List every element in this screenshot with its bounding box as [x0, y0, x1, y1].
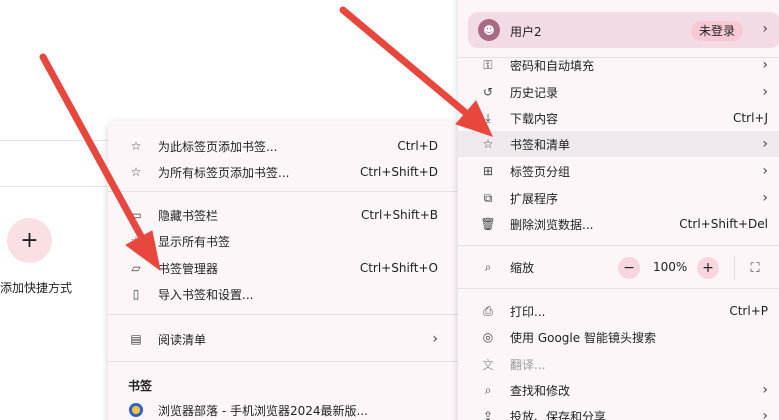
bookmarks-submenu: ☆ 为此标签页添加书签... Ctrl+D ☆ 为所有标签页添加书签... Ct…: [108, 121, 458, 420]
menu-item-find-and-edit[interactable]: ⌕ 查找和修改 ›: [458, 377, 779, 403]
chevron-right-icon: ›: [762, 190, 768, 206]
arrow-line-right: [339, 6, 470, 117]
divider: [734, 256, 735, 280]
menu-item-history[interactable]: ↺ 历史记录 ›: [458, 79, 779, 105]
bookmark-bar-icon: ▭: [130, 208, 142, 222]
zoom-level: 100%: [653, 260, 688, 274]
download-icon: ⤓: [485, 110, 491, 125]
key-icon: ⚿: [483, 57, 493, 72]
chevron-right-icon: ›: [762, 163, 768, 179]
separator: [458, 288, 779, 289]
star-all-icon: ☆: [130, 165, 142, 179]
menu-item-hide-bookmark-bar[interactable]: ▭ 隐藏书签栏 Ctrl+Shift+B: [108, 202, 458, 228]
menu-item-google-lens[interactable]: ◎ 使用 Google 智能镜头搜索: [458, 324, 779, 350]
menu-item-downloads[interactable]: ⤓ 下载内容 Ctrl+J: [458, 105, 779, 131]
trash-icon: 🗑: [480, 217, 496, 231]
menu-item-tab-groups[interactable]: ⊞ 标签页分组 ›: [458, 158, 779, 184]
chevron-right-icon: ›: [762, 21, 768, 37]
tab-groups-icon: ⊞: [482, 164, 494, 178]
chevron-right-icon: ›: [762, 57, 768, 73]
import-icon: ▯: [132, 287, 140, 301]
add-shortcut-label: 添加快捷方式: [0, 281, 73, 295]
separator: [108, 314, 458, 315]
reading-list-icon: ▤: [130, 332, 142, 346]
menu-item-show-all-bookmarks[interactable]: ☆ 显示所有书签: [108, 228, 458, 254]
menu-item-translate: 文 翻译...: [481, 357, 546, 372]
menu-item-cast-save-share[interactable]: ⇪ 投放、保存和分享 ›: [458, 403, 779, 420]
bookmark-item[interactable]: 浏览器部落 - 手机浏览器2024最新版...: [108, 397, 458, 420]
fullscreen-button[interactable]: ⛶: [742, 255, 768, 281]
menu-item-bookmark-manager[interactable]: ▱ 书签管理器 Ctrl+Shift+O: [108, 255, 458, 281]
chevron-right-icon: ›: [762, 84, 768, 100]
lens-icon: ◎: [482, 330, 494, 344]
translate-icon: 文: [481, 357, 494, 372]
star-icon: ☆: [130, 234, 142, 248]
chevron-right-icon: ›: [432, 331, 438, 347]
menu-item-extensions[interactable]: ⧉ 扩展程序 ›: [458, 185, 779, 211]
extension-icon: ⧉: [483, 190, 493, 205]
profile-name: 用户2: [510, 25, 542, 39]
zoom-in-button[interactable]: +: [697, 257, 719, 279]
chevron-right-icon: ›: [762, 136, 768, 152]
menu-item-print[interactable]: ⎙ 打印... Ctrl+P: [458, 298, 779, 324]
print-icon: ⎙: [483, 303, 493, 318]
history-icon: ↺: [482, 85, 494, 99]
plus-icon: +: [20, 228, 39, 253]
zoom-row: ⌕ 缩放 − 100% + ⛶: [458, 254, 779, 280]
menu-item-reading-list[interactable]: ▤ 阅读清单 ›: [108, 326, 458, 352]
menu-item-bookmarks-and-lists[interactable]: ☆ 书签和清单 ›: [458, 131, 779, 157]
star-icon: ☆: [130, 139, 142, 153]
zoom-out-button[interactable]: −: [618, 257, 640, 279]
zoom-icon: ⌕: [484, 259, 492, 274]
chevron-right-icon: ›: [762, 382, 768, 398]
separator: [458, 245, 779, 246]
share-icon: ⇪: [482, 409, 494, 420]
menu-item-passwords[interactable]: ⚿ 密码和自动填充 ›: [458, 52, 779, 78]
chevron-right-icon: ›: [762, 408, 768, 420]
menu-item-bookmark-all-tabs[interactable]: ☆ 为所有标签页添加书签... Ctrl+Shift+D: [108, 159, 458, 185]
find-icon: ⌕: [484, 382, 492, 397]
folder-icon: ▱: [131, 261, 141, 275]
main-menu: ☻ 用户2 未登录 › ⚿ 密码和自动填充 › ↺ 历史记录 › ⤓ 下载内容 …: [458, 0, 779, 420]
menu-item-bookmark-this-tab[interactable]: ☆ 为此标签页添加书签... Ctrl+D: [108, 133, 458, 159]
profile-row[interactable]: ☻ 用户2 未登录 ›: [468, 12, 779, 48]
avatar: ☻: [478, 19, 500, 41]
menu-item-clear-browsing-data[interactable]: 🗑 删除浏览数据... Ctrl+Shift+Del: [458, 211, 779, 237]
menu-item-import-bookmarks[interactable]: ▯ 导入书签和设置...: [108, 281, 458, 307]
separator: [108, 191, 458, 192]
star-icon: ☆: [482, 137, 494, 151]
add-shortcut-button[interactable]: +: [7, 218, 52, 263]
bookmarks-section-title: 书签: [128, 379, 153, 393]
separator: [108, 361, 458, 362]
status-badge: 未登录: [691, 21, 744, 41]
favicon-icon: [128, 402, 144, 418]
